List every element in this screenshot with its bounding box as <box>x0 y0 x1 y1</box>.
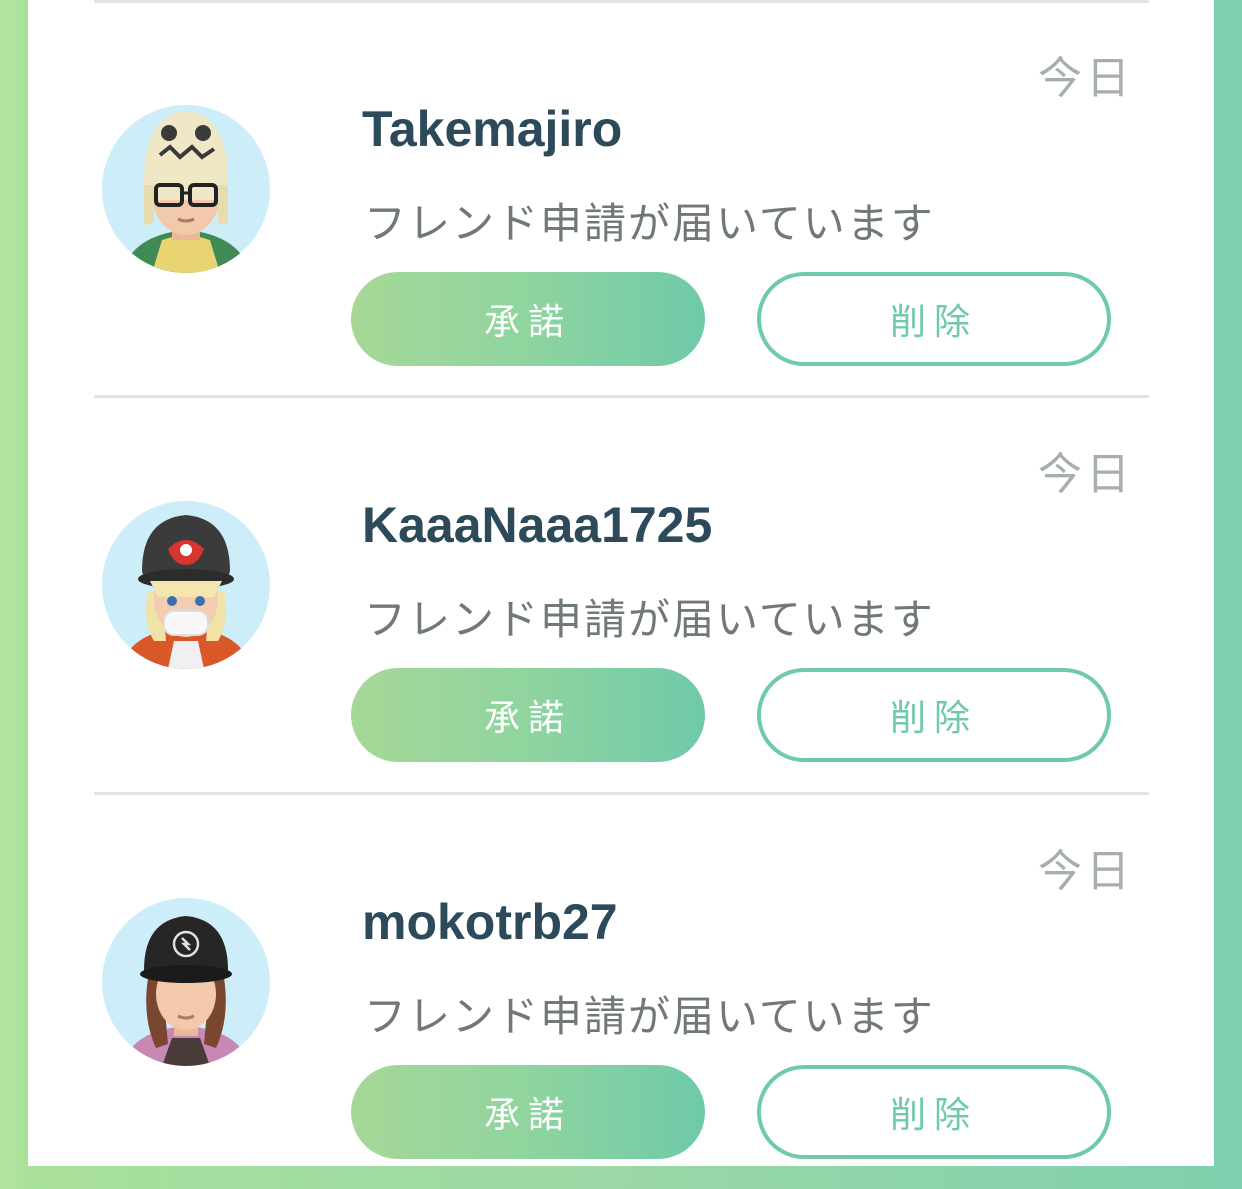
timestamp: 今日 <box>1038 53 1134 104</box>
accept-button[interactable]: 承諾 <box>351 668 705 762</box>
accept-button[interactable]: 承諾 <box>351 272 705 366</box>
avatar[interactable] <box>102 501 270 669</box>
trainer-name: KaaaNaaa1725 <box>362 497 713 553</box>
delete-button[interactable]: 削除 <box>757 272 1111 366</box>
timestamp: 今日 <box>1038 846 1134 897</box>
friend-request-item: 今日 Takemajiro フレンド申請が届いています 承諾 削除 <box>0 0 1242 396</box>
request-message: フレンド申請が届いています <box>364 992 935 1041</box>
timestamp: 今日 <box>1038 449 1134 500</box>
avatar[interactable] <box>102 898 270 1066</box>
friend-request-item: 今日 mokotrb27 フレンド申請が届いています 承諾 削除 <box>0 793 1242 1189</box>
request-message: フレンド申請が届いています <box>364 199 935 248</box>
trainer-name: Takemajiro <box>362 101 623 157</box>
friend-request-item: 今日 KaaaNaaa1725 フレンド申請が届いています 承諾 削除 <box>0 396 1242 792</box>
delete-button[interactable]: 削除 <box>757 1065 1111 1159</box>
delete-button[interactable]: 削除 <box>757 668 1111 762</box>
accept-button[interactable]: 承諾 <box>351 1065 705 1159</box>
request-message: フレンド申請が届いています <box>364 595 935 644</box>
avatar[interactable] <box>102 105 270 273</box>
trainer-name: mokotrb27 <box>362 894 618 950</box>
